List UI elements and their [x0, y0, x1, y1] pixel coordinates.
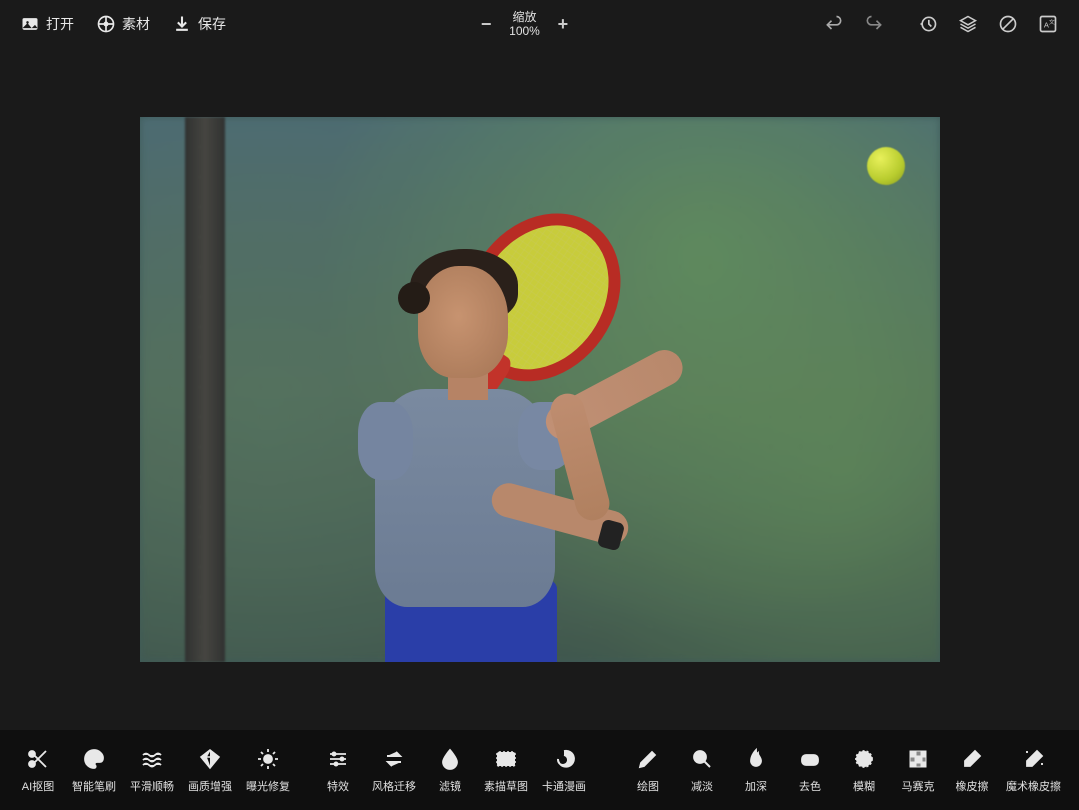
material-label: 素材	[122, 14, 150, 34]
tool-quality-enhance[interactable]: 画质增强	[186, 744, 234, 796]
eraser-icon	[959, 746, 985, 772]
dodge-icon	[689, 746, 715, 772]
material-icon	[96, 14, 116, 34]
zoom-display: 缩放 100%	[509, 10, 540, 39]
top-toolbar-left: 打开 素材 保存	[20, 14, 226, 34]
swap-icon	[381, 746, 407, 772]
tool-label: 去色	[799, 778, 821, 794]
tool-label: 卡通漫画	[542, 778, 586, 794]
tool-style-transfer[interactable]: 风格迁移	[370, 744, 418, 796]
sliders-icon	[325, 746, 351, 772]
tool-effects[interactable]: 特效	[316, 744, 360, 796]
tool-eraser[interactable]: 橡皮擦	[950, 744, 994, 796]
sponge-icon	[797, 746, 823, 772]
tool-group-effects: 特效 风格迁移 滤镜 素描草图 卡通漫画	[316, 744, 588, 796]
zoom-label-text: 缩放	[509, 10, 540, 24]
save-icon	[172, 14, 192, 34]
history-button[interactable]	[917, 13, 939, 35]
tool-ai-cutout[interactable]: AI抠图	[16, 744, 60, 796]
tool-cartoon[interactable]: 卡通漫画	[540, 744, 588, 796]
zoom-value: 100%	[509, 24, 540, 38]
canvas-image	[140, 117, 940, 662]
waves-icon	[139, 746, 165, 772]
palette-icon	[81, 746, 107, 772]
compare-button[interactable]	[997, 13, 1019, 35]
open-label: 打开	[46, 14, 74, 34]
tool-label: 橡皮擦	[956, 778, 989, 794]
tool-label: 滤镜	[439, 778, 461, 794]
canvas-area[interactable]	[0, 48, 1079, 730]
open-button[interactable]: 打开	[20, 14, 74, 34]
diamond-icon	[197, 746, 223, 772]
brightness-icon	[255, 746, 281, 772]
open-icon	[20, 14, 40, 34]
tool-dodge[interactable]: 减淡	[680, 744, 724, 796]
pencil-border-icon	[493, 746, 519, 772]
zoom-in-button[interactable]: +	[554, 14, 572, 35]
tool-label: 素描草图	[484, 778, 528, 794]
translate-button[interactable]: A文	[1037, 13, 1059, 35]
tool-label: 绘图	[637, 778, 659, 794]
svg-text:文: 文	[1049, 18, 1055, 26]
tool-label: 平滑顺畅	[130, 778, 174, 794]
tool-blur[interactable]: 模糊	[842, 744, 886, 796]
tool-burn[interactable]: 加深	[734, 744, 778, 796]
bottom-toolbar: AI抠图 智能笔刷 平滑顺畅 画质增强 曝光修复 特效 风格迁移	[0, 730, 1079, 810]
tool-label: 模糊	[853, 778, 875, 794]
redo-button[interactable]	[863, 13, 885, 35]
pencil-icon	[635, 746, 661, 772]
tool-label: 魔术橡皮擦	[1006, 778, 1061, 794]
tool-smooth[interactable]: 平滑顺畅	[128, 744, 176, 796]
tool-group-draw: 绘图 减淡 加深 去色 模糊 马赛克 橡皮擦 魔术橡皮擦	[626, 744, 1063, 796]
material-button[interactable]: 素材	[96, 14, 150, 34]
save-button[interactable]: 保存	[172, 14, 226, 34]
top-toolbar: 打开 素材 保存 − 缩放 100% +	[0, 0, 1079, 48]
zoom-control: − 缩放 100% +	[477, 10, 572, 39]
spiral-icon	[551, 746, 577, 772]
undo-button[interactable]	[823, 13, 845, 35]
tool-draw[interactable]: 绘图	[626, 744, 670, 796]
tool-label: 曝光修复	[246, 778, 290, 794]
tool-label: 风格迁移	[372, 778, 416, 794]
tool-label: 画质增强	[188, 778, 232, 794]
tool-label: 智能笔刷	[72, 778, 116, 794]
tool-filter[interactable]: 滤镜	[428, 744, 472, 796]
tool-label: 加深	[745, 778, 767, 794]
tool-label: 特效	[327, 778, 349, 794]
tool-sketch[interactable]: 素描草图	[482, 744, 530, 796]
tool-magic-eraser[interactable]: 魔术橡皮擦	[1004, 744, 1063, 796]
top-toolbar-right: A文	[823, 13, 1059, 35]
tool-label: AI抠图	[22, 778, 54, 794]
scissors-icon	[25, 746, 51, 772]
tool-group-ai: AI抠图 智能笔刷 平滑顺畅 画质增强 曝光修复	[16, 744, 292, 796]
save-label: 保存	[198, 14, 226, 34]
zoom-out-button[interactable]: −	[477, 14, 495, 35]
flame-icon	[743, 746, 769, 772]
tool-label: 减淡	[691, 778, 713, 794]
tool-smart-brush[interactable]: 智能笔刷	[70, 744, 118, 796]
magic-eraser-icon	[1021, 746, 1047, 772]
tool-tint[interactable]: 去色	[788, 744, 832, 796]
blur-icon	[851, 746, 877, 772]
mosaic-icon	[905, 746, 931, 772]
layers-button[interactable]	[957, 13, 979, 35]
tool-mosaic[interactable]: 马赛克	[896, 744, 940, 796]
tool-exposure-fix[interactable]: 曝光修复	[244, 744, 292, 796]
tool-label: 马赛克	[902, 778, 935, 794]
drop-icon	[437, 746, 463, 772]
